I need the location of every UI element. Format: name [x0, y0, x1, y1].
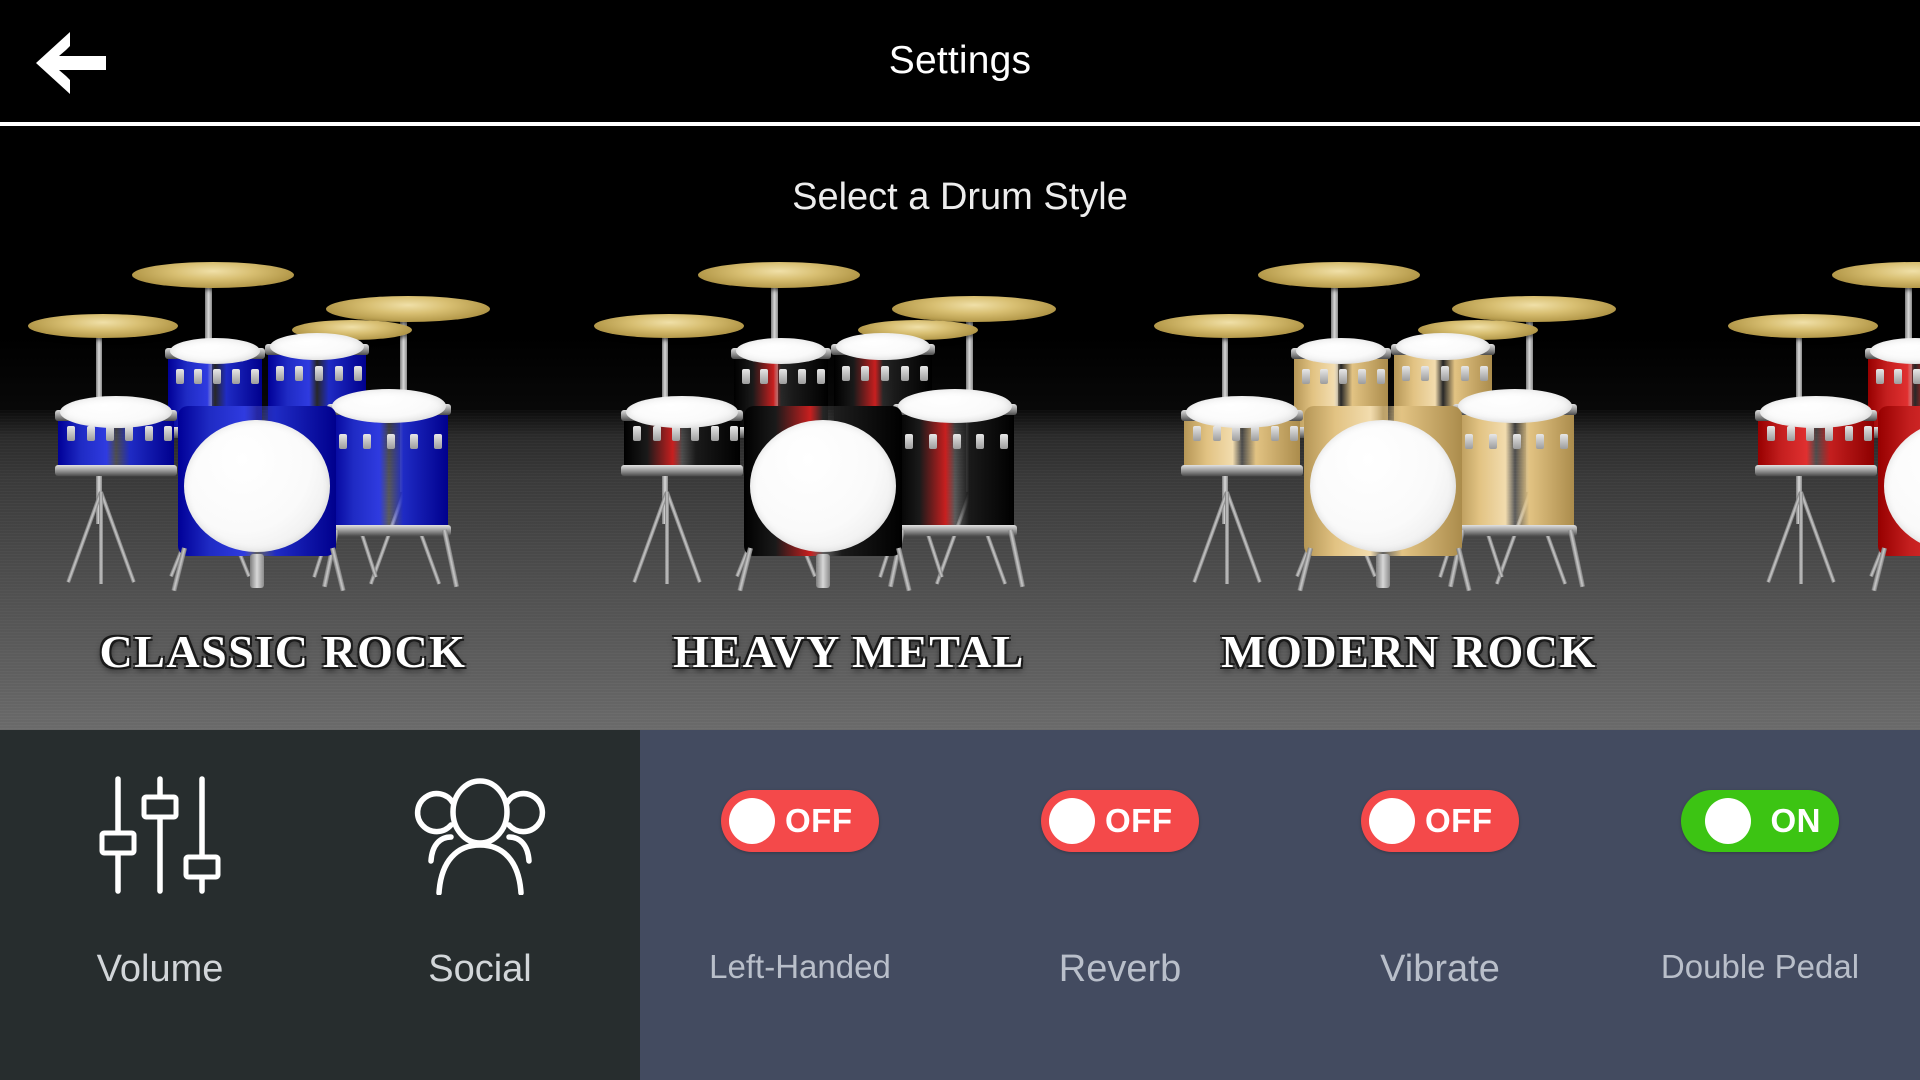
toggle-state-label: ON [1770, 802, 1821, 839]
drum-kit-name: HEAVY METAL [673, 626, 1025, 677]
drum-kit-icon [0, 254, 566, 594]
tool-label-volume: Volume [96, 948, 224, 990]
drum-kit-name: MODERN ROCK [1221, 626, 1597, 677]
page-title: Settings [888, 39, 1032, 82]
toggle-cell-reverb: OFF Reverb [960, 730, 1280, 1080]
toggle-knob [729, 798, 775, 844]
tool-social[interactable]: Social [320, 730, 640, 1080]
drum-kit-icon [1126, 254, 1692, 594]
tool-volume[interactable]: Volume [0, 730, 320, 1080]
toggle-label: Vibrate [1380, 948, 1500, 990]
toggle-knob [1369, 798, 1415, 844]
toggle-cell-vibrate: OFF Vibrate [1280, 730, 1600, 1080]
toggle-reverb[interactable]: OFF [1041, 790, 1199, 852]
toggle-label: Reverb [1058, 948, 1182, 990]
carousel-prompt: Select a Drum Style [792, 176, 1128, 218]
toggle-knob [1704, 798, 1751, 844]
toggle-cell-double-pedal: ON Double Pedal [1600, 730, 1920, 1080]
toggle-state-label: OFF [785, 802, 853, 839]
drum-kit-icon [566, 254, 1132, 594]
toggle-vibrate[interactable]: OFF [1361, 790, 1519, 852]
toggles-panel: OFF Left-Handed OFF Reverb OFF Vibrate ON Doubl… [640, 730, 1920, 1080]
people-group-icon [320, 770, 640, 900]
tool-label-social: Social [428, 948, 532, 990]
settings-screen: Settings Select a Drum Style CLASSIC ROC… [0, 0, 1920, 1080]
tools-panel: Volume Social [0, 730, 640, 1080]
toggle-state-label: OFF [1425, 802, 1493, 839]
toggle-label: Left-Handed [709, 948, 891, 985]
drum-kit-icon [1700, 254, 1920, 594]
drum-kit-name: CLASSIC ROCK [99, 626, 467, 677]
toggle-state-label: OFF [1105, 802, 1173, 839]
toggle-knob [1049, 798, 1095, 844]
toggle-cell-left-handed: OFF Left-Handed [640, 730, 960, 1080]
sliders-icon [0, 770, 320, 900]
toggle-label: Double Pedal [1660, 948, 1860, 985]
toggle-left-handed[interactable]: OFF [721, 790, 879, 852]
toggle-double-pedal[interactable]: ON [1681, 790, 1839, 852]
header-bar: Settings [0, 0, 1920, 122]
drum-style-carousel[interactable]: Select a Drum Style CLASSIC ROCK HEAVY M… [0, 126, 1920, 730]
bottom-toolbar: Volume Social OFF Left-Handed OFF Reverb… [0, 730, 1920, 1080]
